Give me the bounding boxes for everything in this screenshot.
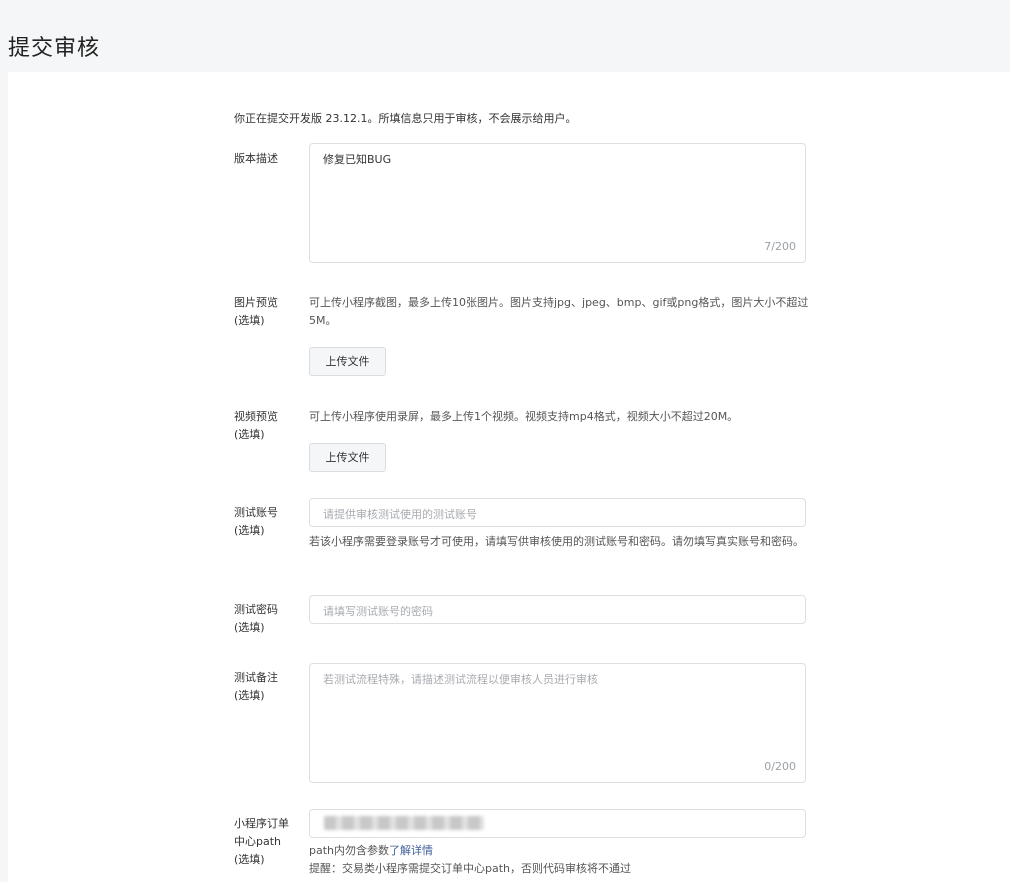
test-password-label: 测试密码 (选填) — [234, 603, 278, 634]
video-preview-label: 视频预览 (选填) — [234, 410, 278, 441]
video-preview-help: 可上传小程序使用录屏，最多上传1个视频。视频支持mp4格式，视频大小不超过20M… — [309, 410, 739, 423]
order-path-help: path内勿含参数了解详情 — [309, 844, 434, 857]
submit-notice: 你正在提交开发版 23.12.1。所填信息只用于审核，不会展示给用户。 — [234, 112, 577, 125]
version-desc-textarea[interactable]: 修复已知BUG 7/200 — [309, 143, 806, 263]
version-desc-label: 版本描述 — [234, 152, 278, 165]
redacted-path-value — [324, 816, 484, 830]
test-notes-placeholder: 若测试流程特殊，请描述测试流程以便审核人员进行审核 — [323, 673, 598, 686]
upload-image-button[interactable]: 上传文件 — [309, 347, 386, 376]
page-title: 提交审核 — [8, 36, 101, 61]
order-path-reminder: 提醒：交易类小程序需提交订单中心path，否则代码审核将不通过 — [309, 862, 632, 875]
test-password-input[interactable]: 请填写测试账号的密码 — [309, 595, 806, 624]
order-path-input[interactable] — [309, 809, 806, 838]
test-account-placeholder: 请提供审核测试使用的测试账号 — [323, 508, 477, 521]
submit-review-form: 你正在提交开发版 23.12.1。所填信息只用于审核，不会展示给用户。 版本描述… — [8, 72, 1010, 882]
test-notes-counter: 0/200 — [764, 760, 796, 773]
image-preview-help: 可上传小程序截图，最多上传10张图片。图片支持jpg、jpeg、bmp、gif或… — [309, 296, 809, 327]
test-notes-textarea[interactable]: 若测试流程特殊，请描述测试流程以便审核人员进行审核 0/200 — [309, 663, 806, 783]
upload-video-button[interactable]: 上传文件 — [309, 443, 386, 472]
order-path-label: 小程序订单 中心path (选填) — [234, 817, 289, 866]
version-desc-value: 修复已知BUG — [323, 153, 392, 166]
learn-more-link[interactable]: 了解详情 — [389, 844, 433, 857]
test-notes-label: 测试备注 (选填) — [234, 671, 278, 702]
test-password-placeholder: 请填写测试账号的密码 — [323, 605, 433, 618]
version-desc-counter: 7/200 — [764, 240, 796, 253]
image-preview-label: 图片预览 (选填) — [234, 296, 278, 327]
test-account-help: 若该小程序需要登录账号才可使用，请填写供审核使用的测试账号和密码。请勿填写真实账… — [309, 535, 804, 548]
test-account-label: 测试账号 (选填) — [234, 506, 278, 537]
test-account-input[interactable]: 请提供审核测试使用的测试账号 — [309, 498, 806, 527]
